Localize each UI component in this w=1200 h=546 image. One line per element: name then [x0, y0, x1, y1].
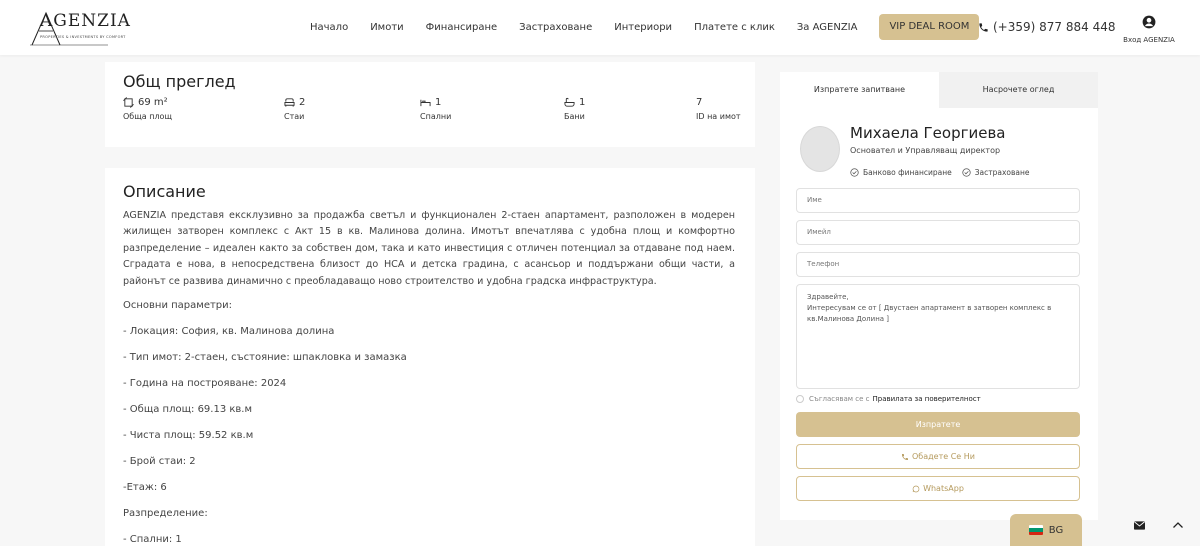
agent-role: Основател и Управляващ директор	[850, 146, 1001, 155]
whatsapp-label: WhatsApp	[923, 484, 964, 493]
logo-subtitle: PROPERTIES & INVESTMENTS BY COMFORT	[40, 35, 126, 39]
phone-link[interactable]: (+359) 877 884 448	[978, 20, 1115, 34]
nav-item-insurance[interactable]: Застраховане	[519, 22, 592, 33]
agent-tag-label: Банково финансиране	[863, 168, 952, 177]
nav-item-about[interactable]: За AGENZIA	[797, 22, 858, 33]
overview-card: Общ преглед 69 m² Обща площ 2 Стаи 1 Спа…	[105, 62, 755, 147]
list-item: - Година на построяване: 2024	[123, 378, 287, 389]
name-field[interactable]: Име	[796, 188, 1080, 213]
list-item: -Етаж: 6	[123, 482, 167, 493]
stat-label: ID на имот	[696, 112, 741, 121]
sofa-icon	[284, 98, 295, 107]
agent-tag: Застраховане	[962, 168, 1030, 177]
main-nav: Начало Имоти Финансиране Застраховане Ин…	[310, 14, 980, 40]
description-card: Описание AGENZIA представя ексклузивно з…	[105, 168, 755, 546]
overview-title: Общ преглед	[123, 72, 236, 91]
stat-rooms: 2 Стаи	[284, 97, 305, 121]
inquiry-panel: Изпратете запитване Насрочете оглед Миха…	[780, 72, 1098, 520]
description-list: Основни параметри: - Локация: София, кв.…	[123, 298, 735, 546]
language-label: BG	[1048, 524, 1064, 536]
description-title: Описание	[123, 182, 206, 201]
phone-number: (+359) 877 884 448	[993, 20, 1116, 34]
call-us-button[interactable]: Обадете Се Ни	[796, 444, 1080, 469]
check-circle-icon	[962, 168, 971, 177]
mail-icon[interactable]	[1134, 521, 1145, 530]
stat-value: 1	[435, 97, 442, 108]
chevron-up-icon[interactable]	[1172, 520, 1184, 530]
privacy-policy-link[interactable]: Правилата за поверителност	[872, 395, 980, 403]
area-icon	[123, 97, 134, 108]
send-button[interactable]: Изпратете	[796, 412, 1080, 437]
phone-icon	[979, 22, 988, 32]
agent-tags: Банково финансиране Застраховане	[850, 168, 1040, 177]
vip-deal-room-button[interactable]: VIP DEAL ROOM	[879, 14, 980, 40]
nav-item-interiors[interactable]: Интериори	[614, 22, 672, 33]
logo-text: AGENZIA	[40, 11, 131, 31]
agent-name: Михаела Георгиева	[850, 124, 1006, 142]
whatsapp-button[interactable]: WhatsApp	[796, 476, 1080, 501]
description-text: AGENZIA представя ексклузивно за продажб…	[123, 210, 735, 287]
message-textarea[interactable]: Здравейте, Интересувам се от [ Двустаен …	[796, 284, 1080, 389]
stat-value: 2	[299, 97, 306, 108]
tab-schedule-viewing[interactable]: Насрочете оглед	[939, 72, 1098, 108]
message-line: Здравейте,	[807, 293, 849, 301]
stat-property-id: 7 ID на имот	[696, 97, 741, 121]
stat-value: 1	[579, 97, 586, 108]
bed-icon	[420, 99, 431, 107]
inquiry-tabs: Изпратете запитване Насрочете оглед	[780, 72, 1098, 108]
list-item: - Брой стаи: 2	[123, 456, 196, 467]
phone-icon	[902, 453, 908, 460]
message-line: Интересувам се от [ Двустаен апартамент …	[807, 304, 1052, 323]
stat-value: 7	[696, 97, 703, 108]
nav-item-pay-by-click[interactable]: Платете с клик	[694, 22, 775, 33]
nav-item-home[interactable]: Начало	[310, 22, 348, 33]
site-header: AGENZIA PROPERTIES & INVESTMENTS BY COMF…	[0, 0, 1200, 55]
list-item: - Чиста площ: 59.52 кв.м	[123, 430, 254, 441]
phone-field[interactable]: Телефон	[796, 252, 1080, 277]
tab-send-inquiry[interactable]: Изпратете запитване	[780, 72, 939, 108]
login-label: Вход AGENZIA	[1123, 36, 1175, 44]
email-field[interactable]: Имейл	[796, 220, 1080, 245]
login-link[interactable]: Вход AGENZIA	[1120, 14, 1178, 44]
avatar	[800, 126, 840, 172]
list-item: - Тип имот: 2-стаен, състояние: шпакловк…	[123, 352, 407, 363]
bulgaria-flag-icon	[1028, 525, 1043, 535]
stat-label: Обща площ	[123, 112, 172, 121]
list-item: - Локация: София, кв. Малинова долина	[123, 326, 335, 337]
agent-tag: Банково финансиране	[850, 168, 952, 177]
agenzia-logo[interactable]: AGENZIA PROPERTIES & INVESTMENTS BY COMF…	[30, 9, 130, 47]
language-switcher[interactable]: BG	[1010, 514, 1082, 546]
user-icon	[1142, 15, 1156, 29]
list-item: - Обща площ: 69.13 кв.м	[123, 404, 253, 415]
nav-item-properties[interactable]: Имоти	[370, 22, 403, 33]
stat-bathrooms: 1 Бани	[564, 97, 585, 121]
stat-value: 69 m²	[138, 97, 168, 108]
whatsapp-icon	[912, 485, 920, 492]
stat-label: Стаи	[284, 112, 305, 121]
stat-total-area: 69 m² Обща площ	[123, 97, 172, 121]
privacy-consent[interactable]: Съгласявам се с Правилата за поверително…	[796, 395, 981, 403]
nav-item-financing[interactable]: Финансиране	[426, 22, 497, 33]
stat-bedrooms: 1 Спални	[420, 97, 451, 121]
agent-tag-label: Застраховане	[974, 168, 1030, 177]
stat-label: Спални	[420, 112, 452, 121]
list-item: Основни параметри:	[123, 300, 233, 311]
call-us-label: Обадете Се Ни	[912, 452, 975, 461]
list-item: Разпределение:	[123, 508, 208, 519]
bath-icon	[564, 97, 575, 107]
stat-label: Бани	[564, 112, 585, 121]
check-circle-icon	[850, 168, 859, 177]
consent-checkbox[interactable]	[796, 395, 804, 403]
consent-text: Съгласявам се с	[809, 395, 870, 403]
list-item: - Спални: 1	[123, 534, 182, 545]
